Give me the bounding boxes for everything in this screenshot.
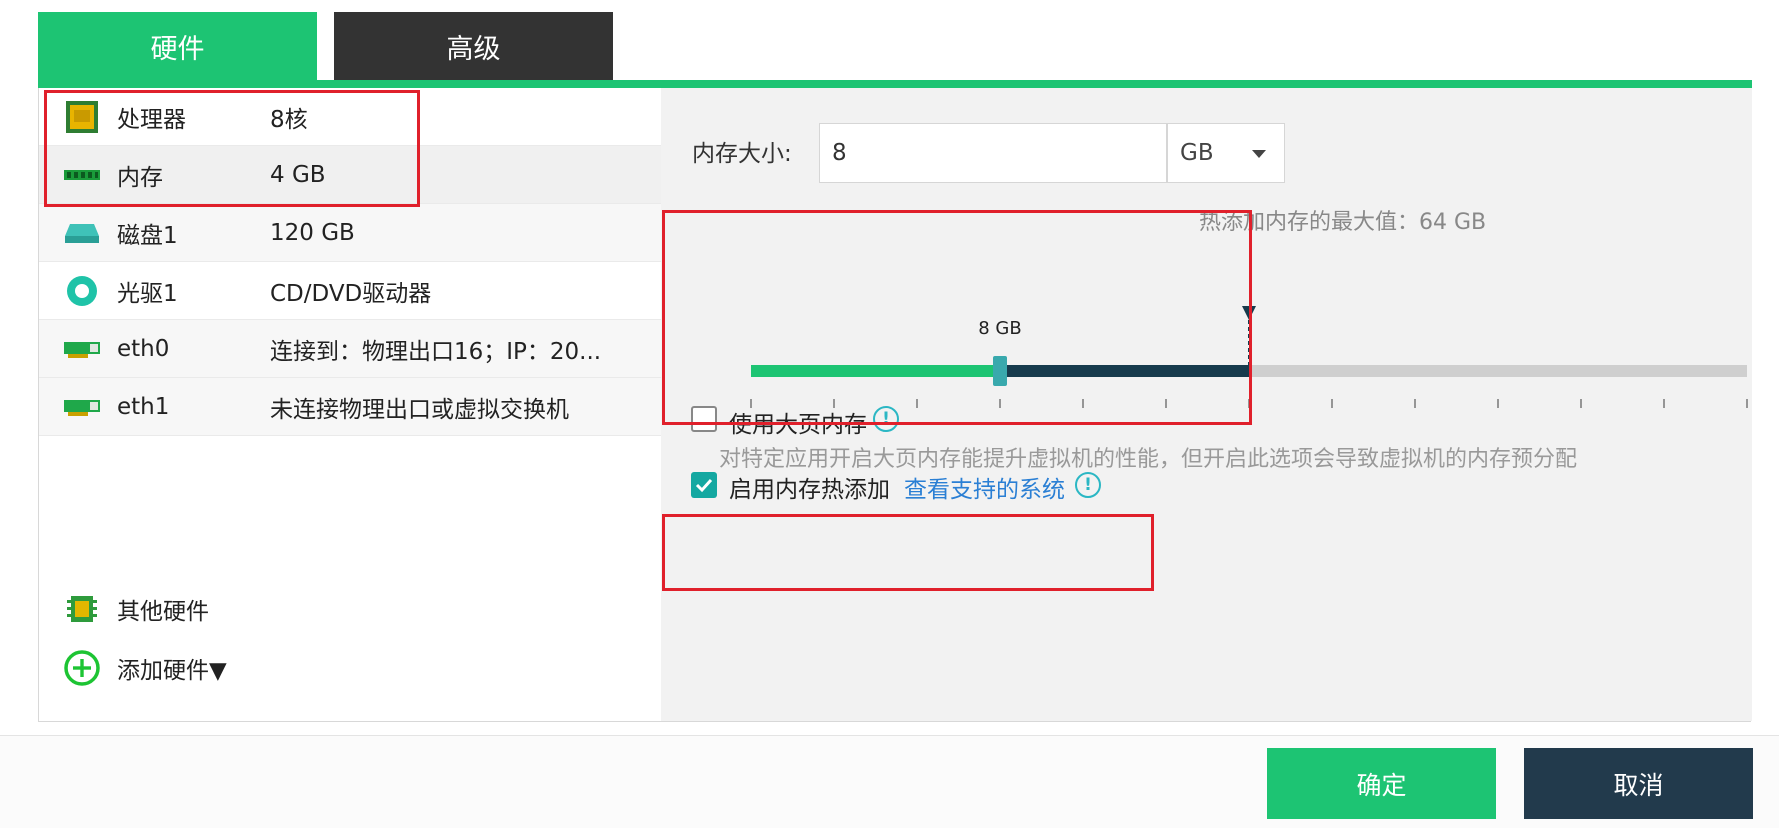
memory-size-input[interactable] [819,123,1167,183]
nic-icon [63,332,101,366]
memory-unit-value: GB [1180,140,1214,166]
add-hardware-label: 添加硬件▼ [117,658,227,684]
hot-add-label: 启用内存热添加 [729,477,890,503]
settings-panel: 处理器 8核 内存 4 GB 磁盘1 120 GB 光驱1 CD/DVD驱动器 … [38,88,1752,722]
hardware-item-value: 8核 [270,106,308,133]
chip-icon [63,592,101,626]
hardware-item-cpu[interactable]: 处理器 8核 [39,88,661,146]
supported-systems-link[interactable]: 查看支持的系统 [904,470,1065,504]
memory-slider[interactable]: 1 GB2 GB4 GB8 GB16 GB32 GB64 GB128 GB256… [661,208,1752,408]
nic-icon [63,390,101,424]
hardware-item-value: 4 GB [270,161,326,188]
hardware-item-name: 处理器 [117,106,186,133]
tab-hardware[interactable]: 硬件 [38,12,317,80]
hardware-item-name: eth0 [117,335,170,362]
cdrom-icon [63,274,101,308]
hardware-item-value: 120 GB [270,219,355,246]
cpu-icon [63,100,101,134]
add-circle-icon [63,650,101,686]
hugepage-description: 对特定应用开启大页内存能提升虚拟机的性能，但开启此选项会导致虚拟机的内存预分配 [719,447,1578,472]
memory-unit-select[interactable]: GB [1167,123,1285,183]
slider-fill-hotadd [1000,365,1249,377]
other-hardware-item[interactable]: 其他硬件 [39,580,661,638]
max-marker-icon [1242,306,1256,320]
check-icon [695,478,713,493]
hardware-item-eth1[interactable]: eth1 未连接物理出口或虚拟交换机 [39,378,661,436]
slider-fill-used [751,365,1000,377]
memory-slider-svg[interactable]: 1 GB2 GB4 GB8 GB16 GB32 GB64 GB128 GB256… [661,208,1752,408]
other-hardware-label: 其他硬件 [117,599,209,625]
hardware-item-eth0[interactable]: eth0 连接到：物理出口16；IP：20... [39,320,661,378]
memory-icon [63,158,101,192]
tab-underline [38,80,1752,88]
memory-size-label: 内存大小: [692,141,792,167]
info-icon[interactable]: ! [1075,472,1101,498]
hardware-item-name: 光驱1 [117,280,178,307]
hugepage-label: 使用大页内存 [729,412,867,438]
slider-handle[interactable] [993,356,1007,386]
confirm-button[interactable]: 确定 [1267,748,1496,819]
hardware-item-value: 未连接物理出口或虚拟交换机 [270,396,569,423]
hardware-item-disk[interactable]: 磁盘1 120 GB [39,204,661,262]
hardware-item-memory[interactable]: 内存 4 GB [39,146,661,204]
hardware-item-name: eth1 [117,393,170,420]
hot-add-checkbox[interactable] [691,472,717,498]
disk-icon [63,216,101,250]
add-hardware-button[interactable]: 添加硬件▼ [39,639,661,697]
hugepage-checkbox[interactable] [691,406,717,432]
memory-config: 内存大小: GB 热添加内存的最大值：64 GB 1 GB2 GB4 GB8 G… [661,88,1752,721]
cancel-button[interactable]: 取消 [1524,748,1753,819]
tab-advanced[interactable]: 高级 [334,12,613,80]
footer-bar [0,735,1779,828]
hardware-list: 处理器 8核 内存 4 GB 磁盘1 120 GB 光驱1 CD/DVD驱动器 … [39,88,661,721]
slider-current-label: 8 GB [978,318,1021,339]
hardware-item-value: 连接到：物理出口16；IP：20... [270,338,602,365]
caret-down-icon [1252,150,1266,158]
info-icon[interactable]: ! [873,406,899,432]
hardware-item-name: 内存 [117,164,163,191]
hardware-item-name: 磁盘1 [117,222,178,249]
hardware-item-value: CD/DVD驱动器 [270,280,432,307]
hardware-item-cdrom[interactable]: 光驱1 CD/DVD驱动器 [39,262,661,320]
